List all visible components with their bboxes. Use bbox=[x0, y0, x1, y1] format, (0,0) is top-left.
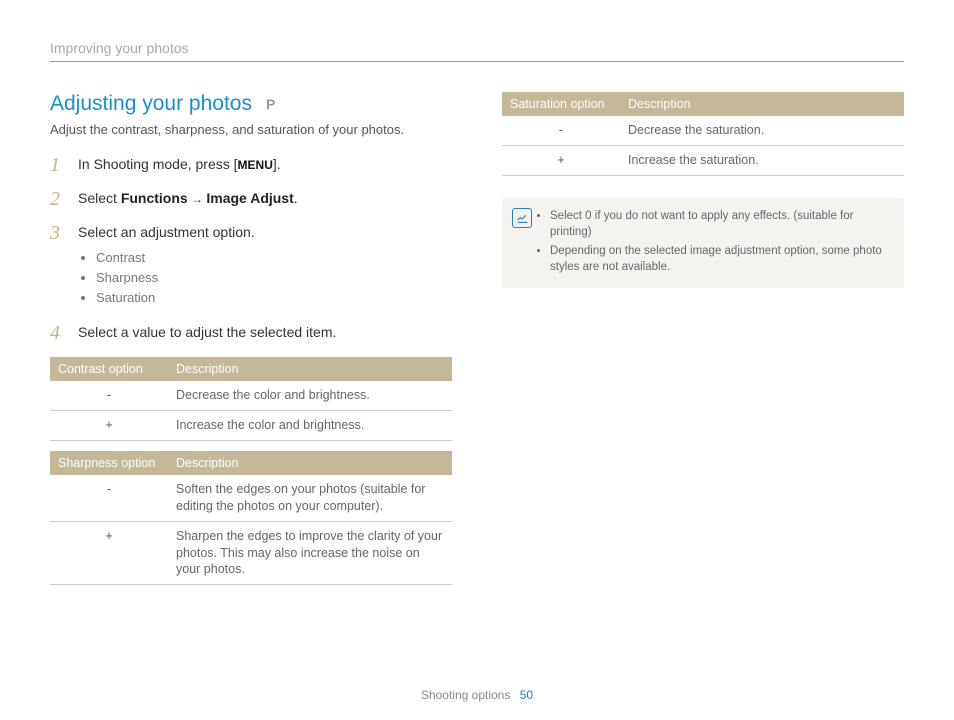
table-cell: Decrease the color and brightness. bbox=[168, 381, 452, 410]
contrast-table: Contrast option Description - Decrease t… bbox=[50, 357, 452, 441]
note-text: Select bbox=[550, 210, 585, 222]
table-cell: - bbox=[50, 475, 168, 521]
note-icon bbox=[512, 208, 532, 228]
step-number: 3 bbox=[50, 223, 68, 309]
table-header: Description bbox=[620, 92, 904, 116]
page-heading: Adjusting your photos P bbox=[50, 92, 452, 116]
table-row: + Increase the saturation. bbox=[502, 145, 904, 175]
table-header: Sharpness option bbox=[50, 451, 168, 475]
arrow-icon: → bbox=[188, 192, 207, 206]
right-column: Saturation option Description - Decrease… bbox=[502, 92, 904, 585]
table-cell: + bbox=[50, 411, 168, 441]
sublist-item: Saturation bbox=[96, 289, 452, 307]
step-body: Select Functions → Image Adjust. bbox=[78, 189, 452, 209]
step-4: 4 Select a value to adjust the selected … bbox=[50, 323, 452, 343]
step-number: 1 bbox=[50, 155, 68, 175]
table-cell: + bbox=[502, 145, 620, 175]
table-header: Contrast option bbox=[50, 357, 168, 381]
note-item: Depending on the selected image adjustme… bbox=[550, 243, 890, 275]
step-bold: Image Adjust bbox=[206, 190, 293, 206]
page-number: 50 bbox=[520, 688, 533, 702]
left-column: Adjusting your photos P Adjust the contr… bbox=[50, 92, 452, 585]
note-item: Select 0 if you do not want to apply any… bbox=[550, 208, 890, 240]
step-number: 2 bbox=[50, 189, 68, 209]
table-cell: - bbox=[502, 116, 620, 145]
step-text: . bbox=[294, 190, 298, 206]
step-bold: Functions bbox=[121, 190, 188, 206]
sublist-item: Contrast bbox=[96, 249, 452, 267]
step-body: Select an adjustment option. Contrast Sh… bbox=[78, 223, 452, 309]
table-row: - Soften the edges on your photos (suita… bbox=[50, 475, 452, 521]
table-header: Saturation option bbox=[502, 92, 620, 116]
steps-list: 1 In Shooting mode, press [MENU]. 2 Sele… bbox=[50, 155, 452, 343]
table-row: + Increase the color and brightness. bbox=[50, 411, 452, 441]
page-footer: Shooting options 50 bbox=[0, 688, 954, 702]
heading-text: Adjusting your photos bbox=[50, 92, 252, 116]
table-cell: - bbox=[50, 381, 168, 410]
table-cell: Increase the color and brightness. bbox=[168, 411, 452, 441]
step-2: 2 Select Functions → Image Adjust. bbox=[50, 189, 452, 209]
table-cell: Soften the edges on your photos (suitabl… bbox=[168, 475, 452, 521]
step-body: In Shooting mode, press [MENU]. bbox=[78, 155, 452, 175]
step-body: Select a value to adjust the selected it… bbox=[78, 323, 452, 343]
table-row: - Decrease the saturation. bbox=[502, 116, 904, 145]
step-3: 3 Select an adjustment option. Contrast … bbox=[50, 223, 452, 309]
table-cell: + bbox=[50, 521, 168, 585]
mode-badge: P bbox=[266, 96, 275, 112]
subtitle: Adjust the contrast, sharpness, and satu… bbox=[50, 122, 452, 137]
note-text: if you do not want to apply any effects.… bbox=[550, 210, 853, 238]
saturation-table: Saturation option Description - Decrease… bbox=[502, 92, 904, 176]
breadcrumb: Improving your photos bbox=[50, 40, 904, 62]
step-1: 1 In Shooting mode, press [MENU]. bbox=[50, 155, 452, 175]
table-cell: Increase the saturation. bbox=[620, 145, 904, 175]
table-row: - Decrease the color and brightness. bbox=[50, 381, 452, 410]
sharpness-table: Sharpness option Description - Soften th… bbox=[50, 451, 452, 585]
note-box: Select 0 if you do not want to apply any… bbox=[502, 198, 904, 288]
step-text: Select bbox=[78, 190, 121, 206]
table-header: Description bbox=[168, 451, 452, 475]
step-text: ]. bbox=[273, 156, 281, 172]
table-header: Description bbox=[168, 357, 452, 381]
step-text: In Shooting mode, press [ bbox=[78, 156, 238, 172]
table-cell: Sharpen the edges to improve the clarity… bbox=[168, 521, 452, 585]
footer-section: Shooting options bbox=[421, 688, 510, 702]
table-row: + Sharpen the edges to improve the clari… bbox=[50, 521, 452, 585]
table-cell: Decrease the saturation. bbox=[620, 116, 904, 145]
sublist-item: Sharpness bbox=[96, 269, 452, 287]
step-number: 4 bbox=[50, 323, 68, 343]
step-text: Select an adjustment option. bbox=[78, 224, 255, 240]
step-sublist: Contrast Sharpness Saturation bbox=[96, 249, 452, 308]
menu-chip: MENU bbox=[238, 158, 273, 172]
